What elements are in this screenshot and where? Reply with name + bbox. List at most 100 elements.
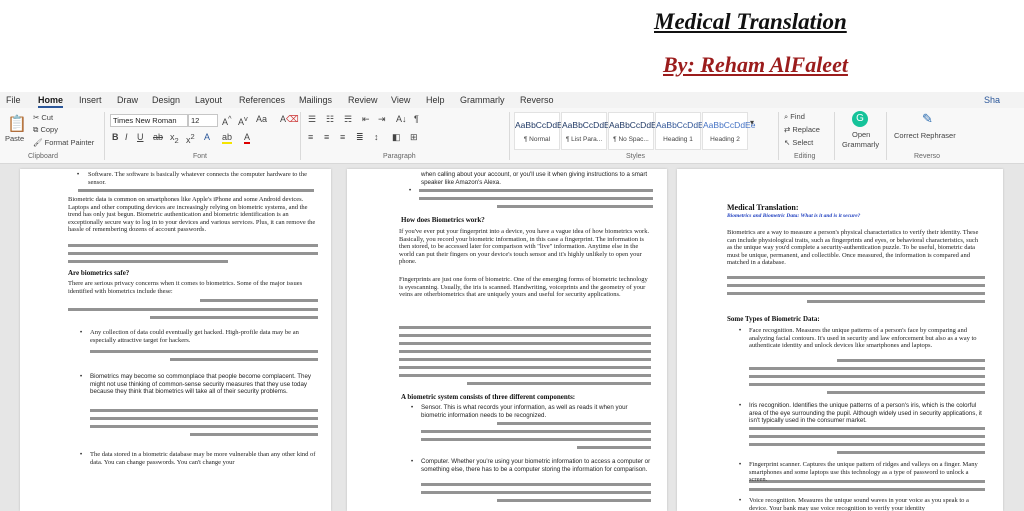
cut-button[interactable]: ✂ Cut <box>33 113 53 122</box>
tab-file[interactable]: File <box>6 95 21 105</box>
copy-label: Copy <box>40 125 58 134</box>
paste-button[interactable]: Paste <box>5 134 24 143</box>
cursor-icon: ↖ <box>784 138 791 147</box>
format-painter-button[interactable]: 🖌 Format Painter <box>33 138 94 147</box>
bullets-icon[interactable]: ☰ <box>308 114 316 125</box>
shrink-font-icon[interactable]: Av <box>238 114 248 127</box>
tab-layout[interactable]: Layout <box>195 95 222 105</box>
tab-references[interactable]: References <box>239 95 285 105</box>
p1-safe-intro: There are serious privacy concerns when … <box>68 280 303 295</box>
p2-sensor: Sensor. This is what records your inform… <box>421 404 628 419</box>
subscript-icon[interactable]: x2 <box>170 132 179 145</box>
text-effects-icon[interactable]: A <box>204 132 210 142</box>
replace-button[interactable]: ⇄ Replace <box>784 125 820 134</box>
font-size-select[interactable]: 12 <box>188 114 218 127</box>
p2-how-heading: How does Biometrics work? <box>401 216 485 224</box>
sort-icon[interactable]: A↓ <box>396 114 407 124</box>
numbering-icon[interactable]: ☷ <box>326 114 334 125</box>
p1-bullet-1: Any collection of data could eventually … <box>90 329 299 344</box>
p1-bullet-2: Biometrics may become so commonplace tha… <box>90 373 312 396</box>
grow-font-icon[interactable]: A^ <box>222 114 232 127</box>
style-heading-1[interactable]: AaBbCcDdEe Heading 1 <box>655 112 709 150</box>
ribbon-tabs: File Home Insert Draw Design Layout Refe… <box>0 92 1024 108</box>
align-left-icon[interactable]: ≡ <box>308 132 313 142</box>
clear-format-icon[interactable]: A⌫ <box>280 114 299 125</box>
title-banner: Medical Translation By: Reham AlFaleet <box>0 0 1024 92</box>
tab-draw[interactable]: Draw <box>117 95 138 105</box>
p1-software: Software. The software is basically what… <box>88 171 307 186</box>
tab-help[interactable]: Help <box>426 95 445 105</box>
replace-label: Replace <box>792 125 820 134</box>
select-label: Select <box>792 138 814 147</box>
correct-rephraser-button[interactable]: Correct Rephraser <box>894 131 956 140</box>
open-grammarly-button[interactable]: Open <box>852 130 870 139</box>
style-preview: AaBbCcDdEe <box>515 120 568 130</box>
align-right-icon[interactable]: ≡ <box>340 132 345 142</box>
p3-intro: Biometrics are a way to measure a person… <box>727 229 979 267</box>
tab-mailings[interactable]: Mailings <box>299 95 332 105</box>
p3-subheading: Biometrics and Biometric Data: What is i… <box>727 213 861 219</box>
bold-icon[interactable]: B <box>112 132 119 142</box>
paste-icon[interactable]: 📋 <box>7 114 27 134</box>
decrease-indent-icon[interactable]: ⇤ <box>362 114 370 125</box>
font-name-select[interactable]: Times New Roman <box>110 114 188 127</box>
p3-voice: Voice recognition. Measures the unique s… <box>749 497 969 511</box>
scissors-icon: ✂ <box>33 113 40 122</box>
reverso-group-label: Reverso <box>914 153 941 160</box>
copy-button[interactable]: ⧉ Copy <box>33 125 58 135</box>
p3-face: Face recognition. Measures the unique pa… <box>749 327 977 350</box>
banner-author: By: Reham AlFaleet <box>663 52 848 77</box>
p3-iris: Iris recognition. Identifies the unique … <box>749 402 982 425</box>
style-name: ¶ No Spac... <box>613 136 649 143</box>
tab-grammarly[interactable]: Grammarly <box>460 95 505 105</box>
rephraser-icon[interactable]: ✎ <box>922 111 933 127</box>
tab-home[interactable]: Home <box>38 95 64 108</box>
share-button[interactable]: Sha <box>984 95 1000 105</box>
highlight-icon[interactable]: ab <box>222 132 233 144</box>
p1-bullet-3: The data stored in a biometric database … <box>90 451 316 466</box>
grammarly-icon[interactable]: G <box>852 111 868 127</box>
replace-icon: ⇄ <box>784 125 791 134</box>
grammarly-label: Grammarly <box>842 140 880 149</box>
multilevel-list-icon[interactable]: ☴ <box>344 114 352 125</box>
change-case-icon[interactable]: Aa <box>256 114 267 124</box>
strikethrough-icon[interactable]: ab <box>153 132 163 142</box>
align-center-icon[interactable]: ≡ <box>324 132 329 142</box>
p1-intro: Biometric data is common on smartphones … <box>68 196 316 234</box>
banner-title: Medical Translation <box>654 9 847 34</box>
tab-reverso[interactable]: Reverso <box>520 95 554 105</box>
select-button[interactable]: ↖ Select <box>784 138 813 147</box>
rephraser-label: Rephraser <box>920 131 956 140</box>
correct-label: Correct <box>894 131 919 140</box>
underline-icon[interactable]: U <box>137 132 144 142</box>
p2-how: If you've ever put your fingerprint into… <box>399 228 650 266</box>
tab-insert[interactable]: Insert <box>79 95 102 105</box>
line-spacing-icon[interactable]: ↕ <box>374 132 379 142</box>
increase-indent-icon[interactable]: ⇥ <box>378 114 386 125</box>
page-1[interactable]: • Software. The software is basically wh… <box>20 169 331 511</box>
tab-review[interactable]: Review <box>348 95 378 105</box>
styles-gallery-chevron-icon[interactable]: ▾ <box>750 118 754 127</box>
style-normal[interactable]: AaBbCcDdEe ¶ Normal <box>514 112 568 150</box>
p2-fingerprints: Fingerprints are just one form of biomet… <box>399 276 648 299</box>
style-preview: AaBbCcDdEe <box>656 120 709 130</box>
font-color-icon[interactable]: A <box>244 132 251 144</box>
paragraph-group-label: Paragraph <box>383 153 416 160</box>
pilcrow-icon[interactable]: ¶ <box>414 114 419 124</box>
style-no-spacing[interactable]: AaBbCcDdEe ¶ No Spac... <box>608 112 661 150</box>
borders-icon[interactable]: ⊞ <box>410 132 418 143</box>
justify-icon[interactable]: ≣ <box>356 132 364 143</box>
shading-icon[interactable]: ◧ <box>392 132 401 143</box>
italic-icon[interactable]: I <box>125 132 128 142</box>
editing-group-label: Editing <box>794 153 816 160</box>
clipboard-group-label: Clipboard <box>28 153 58 160</box>
style-list-paragraph[interactable]: AaBbCcDdEe ¶ List Para... <box>561 112 614 150</box>
tab-view[interactable]: View <box>391 95 410 105</box>
find-button[interactable]: ⌕ Find <box>784 112 805 122</box>
superscript-icon[interactable]: x2 <box>186 132 195 145</box>
style-heading-2[interactable]: AaBbCcDdEe Heading 2 <box>702 112 755 150</box>
page-3[interactable]: Medical Translation: Biometrics and Biom… <box>677 169 1003 511</box>
copy-icon: ⧉ <box>33 125 39 134</box>
page-2[interactable]: when calling about your account, or you'… <box>347 169 667 511</box>
tab-design[interactable]: Design <box>152 95 180 105</box>
